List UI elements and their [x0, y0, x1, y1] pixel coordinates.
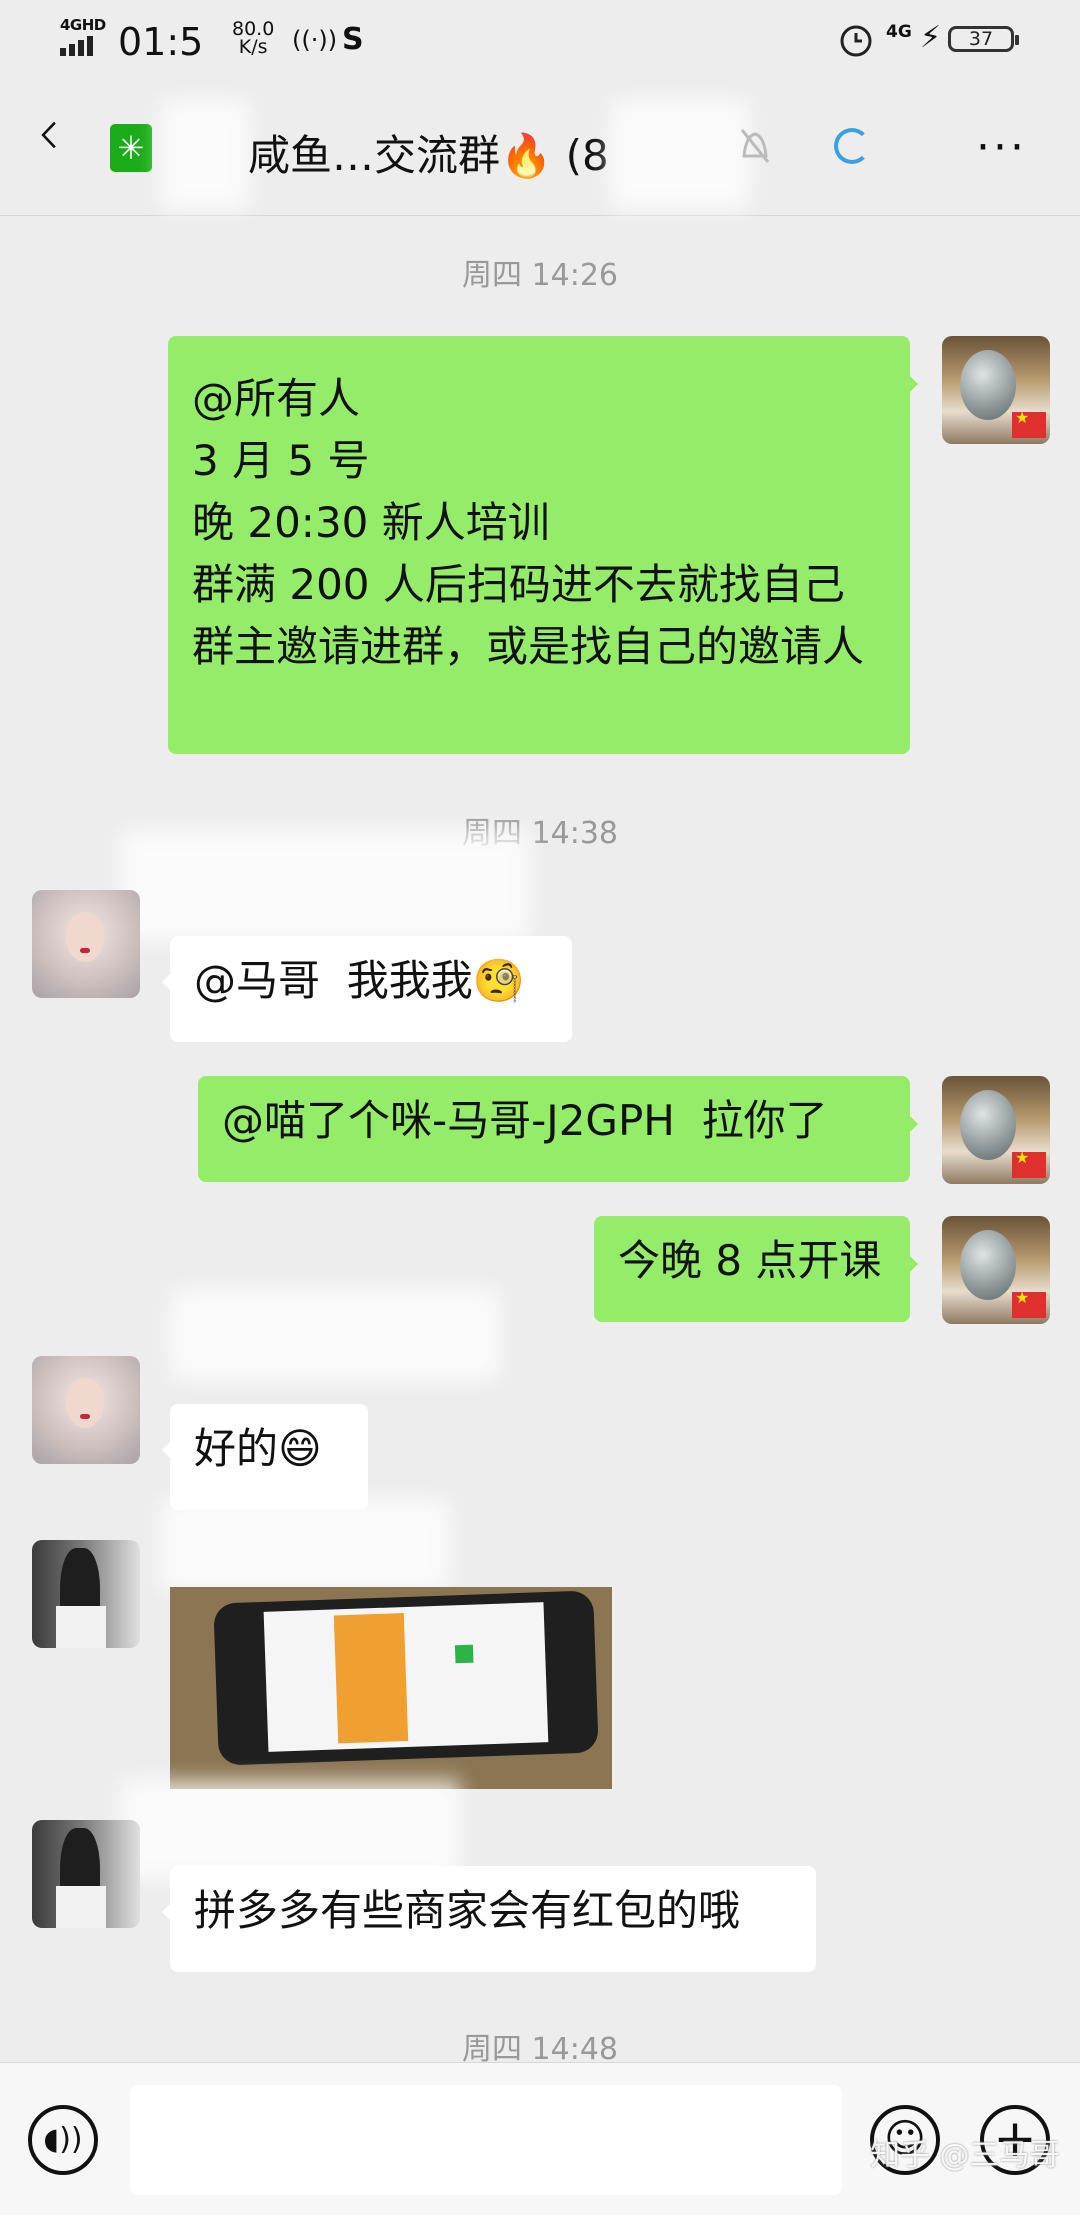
hotspot-icon: ((·)): [292, 26, 338, 54]
network-type-right: 4G: [886, 22, 912, 42]
avatar-member[interactable]: [32, 890, 140, 998]
battery-indicator: 37: [948, 26, 1019, 52]
status-bar: 4GHD 01:5 80.0 K/s ((·)) S 4G ⚡ 37: [0, 0, 1080, 80]
photo-phone: [213, 1590, 599, 1766]
network-type: 4GHD: [60, 16, 106, 34]
image-message[interactable]: [170, 1587, 612, 1789]
message-bubble-received[interactable]: 拼多多有些商家会有红包的哦: [162, 1866, 816, 1972]
message-bubble-sent[interactable]: @所有人 3 月 5 号 晚 20:30 新人培训 群满 200 人后扫码进不去…: [168, 336, 918, 754]
loading-spinner-icon: [834, 128, 870, 164]
redacted-blur: [610, 100, 750, 210]
avatar-member[interactable]: [32, 1820, 140, 1928]
message-bubble-received[interactable]: 好的😄: [162, 1404, 368, 1510]
clock-time: 01:5: [118, 20, 204, 64]
signal-icon: [60, 36, 93, 56]
avatar-member[interactable]: [32, 1540, 140, 1648]
redacted-blur: [160, 100, 250, 210]
redacted-blur: [120, 830, 530, 940]
redacted-blur: [120, 1780, 460, 1880]
avatar-self[interactable]: [942, 336, 1050, 444]
message-bubble-sent[interactable]: 今晚 8 点开课: [594, 1216, 918, 1322]
redacted-blur: [160, 1500, 450, 1590]
message-bubble-received[interactable]: @马哥 我我我🧐: [162, 936, 572, 1042]
avatar-self[interactable]: [942, 1076, 1050, 1184]
alarm-icon: [840, 25, 872, 57]
charging-icon: ⚡: [920, 20, 942, 55]
screenshot-icon: S: [342, 22, 364, 57]
message-input[interactable]: [130, 2085, 842, 2195]
chat-title[interactable]: 咸鱼…交流群🔥 (8: [248, 122, 609, 183]
network-speed: 80.0 K/s: [232, 18, 275, 58]
avatar-member[interactable]: [32, 1356, 140, 1464]
watermark: 知乎 @三马哥: [870, 2138, 1060, 2173]
back-arrow-icon[interactable]: [34, 120, 64, 150]
more-options-icon[interactable]: ···: [976, 126, 1027, 170]
chat-header: ✳ 咸鱼…交流群🔥 (8 ···: [0, 80, 1080, 216]
message-bubble-sent[interactable]: @喵了个咪-马哥-J2GPH 拉你了: [198, 1076, 918, 1182]
voice-input-icon[interactable]: ◖)): [28, 2105, 98, 2175]
timestamp: 周四 14:26: [462, 258, 618, 293]
mute-bell-icon: [740, 129, 770, 163]
redacted-blur: [170, 1290, 500, 1380]
avatar-self[interactable]: [942, 1216, 1050, 1324]
group-badge-icon: ✳: [110, 124, 152, 172]
